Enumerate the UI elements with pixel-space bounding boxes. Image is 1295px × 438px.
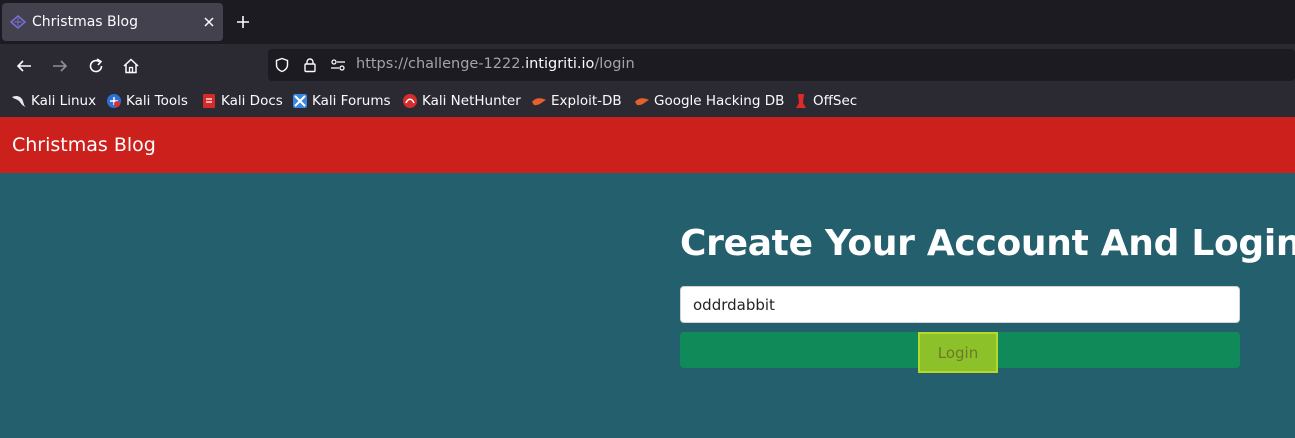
bookmark-kali-tools[interactable]: Kali Tools [106,92,188,110]
bookmark-label: Exploit-DB [551,93,622,109]
kali-forums-icon [293,94,307,108]
tab-christmas-blog[interactable]: Christmas Blog [2,3,223,41]
bookmark-label: Kali Tools [126,93,188,109]
home-icon[interactable] [122,57,140,75]
bookmark-label: Kali NetHunter [422,93,521,109]
url-path: /login [594,56,635,72]
new-tab-icon[interactable] [236,15,250,29]
tab-title: Christmas Blog [32,14,138,30]
bookmark-label: Kali Forums [312,93,391,109]
bookmark-kali-docs[interactable]: Kali Docs [201,92,283,110]
site-header [0,117,1295,173]
bookmark-exploit-db[interactable]: Exploit-DB [531,92,622,110]
shield-icon[interactable] [274,57,290,73]
kali-dragon-icon [12,95,26,107]
forward-arrow-icon[interactable] [51,57,69,75]
username-input[interactable] [680,286,1240,323]
bookmark-google-hacking-db[interactable]: Google Hacking DB [634,92,784,110]
diamond-favicon-icon [10,15,26,29]
kali-nethunter-icon [403,94,417,108]
back-arrow-icon[interactable] [15,57,33,75]
bookmark-label: Kali Docs [221,93,283,109]
page-heading: Create Your Account And Login! [680,223,1295,264]
tab-strip: Christmas Blog [0,0,1295,44]
bookmark-label: Google Hacking DB [654,93,785,109]
bookmark-kali-nethunter[interactable]: Kali NetHunter [402,92,521,110]
url-prefix: https://challenge-1222. [356,56,526,72]
url-domain: intigriti.io [525,56,595,72]
bookmark-label: OffSec [813,93,858,109]
site-brand[interactable]: Christmas Blog [12,134,156,156]
address-bar[interactable]: https://challenge-1222.intigriti.io/logi… [268,49,1295,81]
close-tab-icon[interactable] [202,15,216,29]
bookmark-kali-linux[interactable]: Kali Linux [11,92,96,110]
offsec-icon [796,94,806,108]
kali-docs-icon [203,94,215,108]
bookmark-kali-forums[interactable]: Kali Forums [292,92,391,110]
ghdb-icon [635,98,649,106]
kali-tools-icon [107,94,121,108]
permissions-icon[interactable] [330,57,346,73]
bookmark-offsec[interactable]: OffSec [793,92,857,110]
login-button[interactable]: Login [918,332,998,373]
exploit-db-icon [532,98,546,106]
bookmark-label: Kali Linux [31,93,97,109]
lock-icon[interactable] [302,57,318,73]
url-text[interactable]: https://challenge-1222.intigriti.io/logi… [356,56,635,72]
bookmarks-bar: Kali Linux Kali Tools Kali Docs Kali For… [0,86,1295,117]
reload-icon[interactable] [87,57,105,75]
